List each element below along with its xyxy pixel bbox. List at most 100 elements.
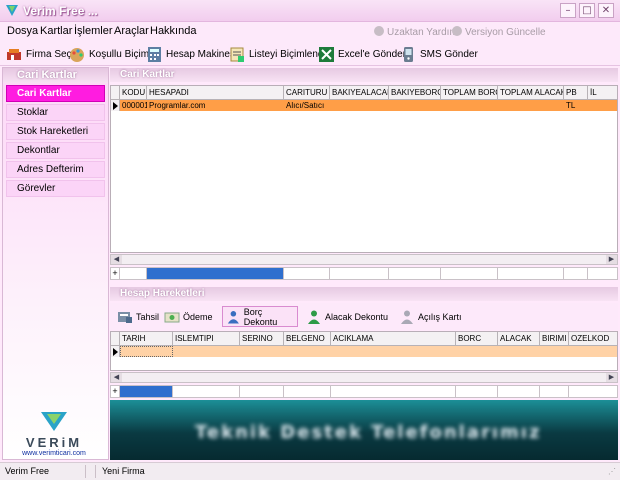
odeme-button[interactable]: Ödeme xyxy=(161,306,216,327)
table-row[interactable]: 000001 Programlar.com Alıcı/Satıcı TL xyxy=(120,100,617,111)
col-header-toplam-alacak[interactable]: TOPLAM ALACAK xyxy=(498,86,564,100)
support-banner: Teknik Destek Telefonlarımız xyxy=(110,400,618,460)
shield-icon xyxy=(452,26,462,36)
menu-dosya[interactable]: Dosya xyxy=(7,25,38,37)
version-update-link[interactable]: Versiyon Güncelle xyxy=(452,26,546,38)
minimize-button[interactable]: – xyxy=(560,3,576,18)
col-header-bakiyeborc[interactable]: BAKIYEBORC xyxy=(389,86,441,100)
logo-url[interactable]: www.verimticari.com xyxy=(19,450,89,457)
cell-pb: TL xyxy=(566,101,576,110)
sidebar-item-gorevler[interactable]: Görevler xyxy=(6,180,105,197)
firma-sec-button[interactable]: Firma Seç xyxy=(6,44,72,64)
excel-icon xyxy=(319,46,334,62)
col-header-islemtipi[interactable]: ISLEMTIPI xyxy=(173,332,240,346)
arrow-right-icon xyxy=(113,348,118,356)
cell-hesapadi: Programlar.com xyxy=(149,101,206,110)
banner-text: Teknik Destek Telefonlarımız xyxy=(195,422,542,443)
scroll-left-icon[interactable]: ◀ xyxy=(111,255,122,264)
collection-icon xyxy=(118,311,132,323)
col-header-pb[interactable]: PB xyxy=(564,86,588,100)
accounts-horizontal-scrollbar[interactable]: ◀ ▶ xyxy=(110,254,618,265)
company-icon xyxy=(7,48,21,60)
add-row-icon[interactable]: + xyxy=(111,386,120,397)
acilis-karti-button[interactable]: Açılış Kartı xyxy=(396,306,465,327)
listeyi-bicimlendir-button[interactable]: Listeyi Biçimlendir xyxy=(229,44,329,64)
hesap-makinesi-button[interactable]: Hesap Makinesi xyxy=(146,44,237,64)
menu-hakkinda[interactable]: Hakkında xyxy=(150,25,196,37)
sidebar-item-cari-kartlar[interactable]: Cari Kartlar xyxy=(6,85,105,102)
window-title: Verim Free ... xyxy=(23,4,98,18)
scroll-left-icon[interactable]: ◀ xyxy=(111,373,122,382)
resize-grip-icon[interactable]: ⋰ xyxy=(608,467,618,477)
alacak-dekontu-button[interactable]: Alacak Dekontu xyxy=(303,306,391,327)
col-header-kodu[interactable]: KODU xyxy=(120,86,147,100)
col-header-toplam-borc[interactable]: TOPLAM BORC xyxy=(441,86,498,100)
scroll-right-icon[interactable]: ▶ xyxy=(606,373,617,382)
sidebar-item-dekontlar[interactable]: Dekontlar xyxy=(6,142,105,159)
palette-icon xyxy=(70,47,84,62)
movements-toolbar: Tahsil Ödeme Borç Dekontu Alacak Dekontu… xyxy=(110,303,618,330)
grid-corner xyxy=(111,86,120,100)
col-header-borc[interactable]: BORC xyxy=(456,332,498,346)
list-format-icon xyxy=(230,47,244,62)
movements-grid[interactable]: TARIH ISLEMTIPI SERINO BELGENO ACIKLAMA … xyxy=(110,331,618,371)
menu-islemler[interactable]: İşlemler xyxy=(74,25,113,37)
logo-word: VERiM xyxy=(25,435,83,450)
sidebar-item-adres-defterim[interactable]: Adres Defterim xyxy=(6,161,105,178)
phone-icon xyxy=(404,46,413,62)
scroll-right-icon[interactable]: ▶ xyxy=(606,255,617,264)
movements-horizontal-scrollbar[interactable]: ◀ ▶ xyxy=(110,372,618,383)
accounts-footer-row: + xyxy=(110,267,618,280)
menu-araclar[interactable]: Araçlar xyxy=(114,25,149,37)
verim-logo-icon xyxy=(41,412,67,431)
row-indicator[interactable] xyxy=(111,100,120,111)
remote-support-icon xyxy=(374,26,384,36)
borc-dekontu-button[interactable]: Borç Dekontu xyxy=(222,306,298,327)
cell-cariturU: Alıcı/Satıcı xyxy=(286,101,325,110)
sidebar-item-stoklar[interactable]: Stoklar xyxy=(6,104,105,121)
col-header-hesapadi[interactable]: HESAPADI xyxy=(147,86,284,100)
status-firm-name: Yeni Firma xyxy=(102,466,145,476)
movements-panel-header: Hesap Hareketleri xyxy=(110,287,618,301)
sidebar-item-stok-hareketleri[interactable]: Stok Hareketleri xyxy=(6,123,105,140)
verim-logo-icon xyxy=(6,5,18,16)
title-bar[interactable]: Verim Free ... – □ ✕ xyxy=(0,0,620,22)
status-app-name: Verim Free xyxy=(2,465,86,478)
col-header-cariturU[interactable]: CARITURU xyxy=(284,86,330,100)
close-button[interactable]: ✕ xyxy=(598,3,614,18)
row-indicator[interactable] xyxy=(111,346,120,357)
col-header-belgeno[interactable]: BELGENO xyxy=(284,332,331,346)
col-header-birimi[interactable]: BIRIMI xyxy=(540,332,569,346)
accounts-panel-header: Cari Kartlar xyxy=(110,68,618,82)
footer-scroll-thumb[interactable] xyxy=(147,268,284,279)
col-header-tarih[interactable]: TARIH xyxy=(120,332,173,346)
cell-tarih-focus[interactable] xyxy=(120,346,173,357)
excel-gonder-button[interactable]: Excel'e Gönder xyxy=(318,44,406,64)
col-header-bakiyealacak[interactable]: BAKIYEALACAK xyxy=(330,86,389,100)
col-header-alacak[interactable]: ALACAK xyxy=(498,332,540,346)
cell-kodu: 000001 xyxy=(122,101,147,110)
maximize-button[interactable]: □ xyxy=(579,3,595,18)
kosullu-bicim-button[interactable]: Koşullu Biçim xyxy=(69,44,149,64)
sms-gonder-button[interactable]: SMS Gönder xyxy=(400,44,478,64)
grid-corner xyxy=(111,332,120,346)
menu-bar: Dosya Kartlar İşlemler Araçlar Hakkında … xyxy=(0,22,620,42)
movements-footer-row: + xyxy=(110,385,618,398)
menu-kartlar[interactable]: Kartlar xyxy=(40,25,72,37)
col-header-il[interactable]: İL xyxy=(588,86,617,100)
calculator-icon xyxy=(148,46,161,62)
col-header-aciklama[interactable]: ACIKLAMA xyxy=(331,332,456,346)
col-header-ozelkod[interactable]: OZELKOD xyxy=(569,332,617,346)
user-blue-icon xyxy=(227,310,239,323)
main-toolbar: Firma Seç Koşullu Biçim Hesap Makinesi L… xyxy=(0,42,620,66)
user-grey-icon xyxy=(401,310,413,324)
col-header-serino[interactable]: SERINO xyxy=(240,332,284,346)
footer-scroll-thumb[interactable] xyxy=(120,386,173,397)
tahsil-button[interactable]: Tahsil xyxy=(114,306,162,327)
add-row-icon[interactable]: + xyxy=(111,268,120,279)
table-row[interactable] xyxy=(120,346,617,357)
arrow-right-icon xyxy=(113,102,118,110)
remote-support-link[interactable]: Uzaktan Yardım xyxy=(374,26,458,38)
accounts-grid[interactable]: KODU HESAPADI CARITURU BAKIYEALACAK BAKI… xyxy=(110,85,618,253)
user-green-icon xyxy=(308,310,320,324)
